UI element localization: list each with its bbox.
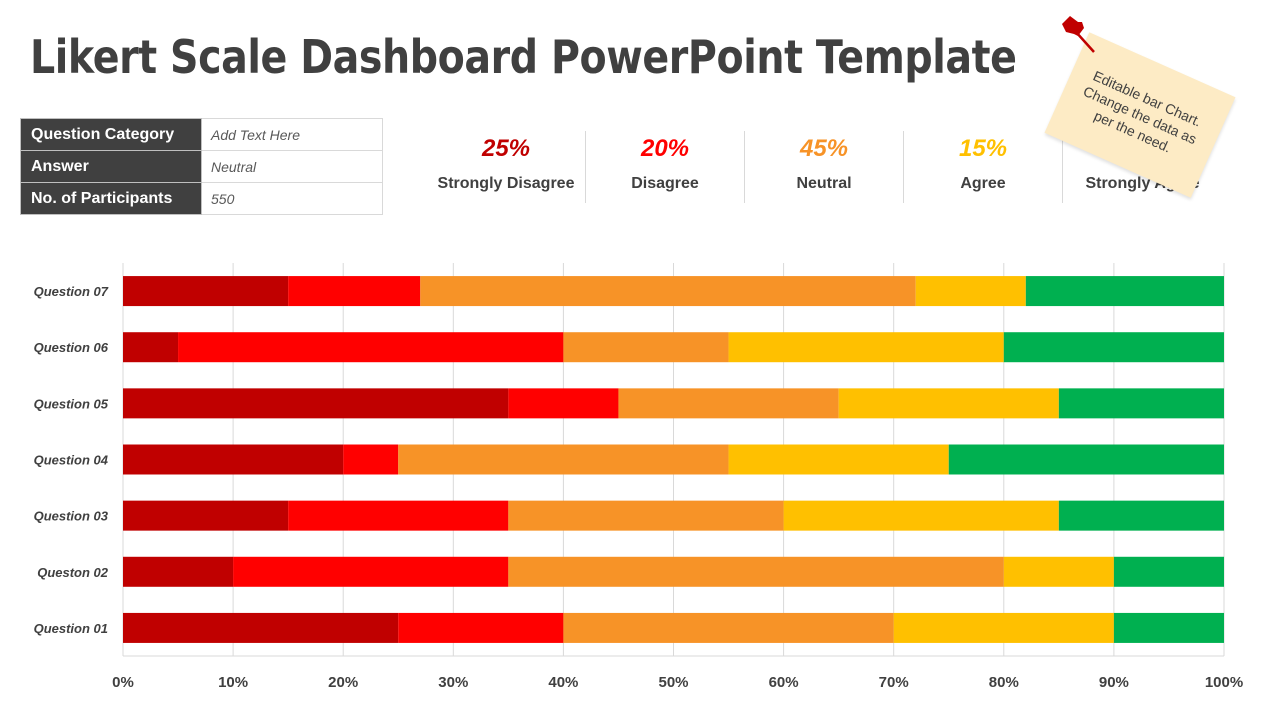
bar-segment — [1058, 500, 1224, 531]
x-tick-label: 20% — [328, 674, 358, 691]
pushpin-icon — [1062, 16, 1095, 53]
x-tick-label: 40% — [548, 674, 578, 691]
x-tick-label: 80% — [989, 674, 1019, 691]
x-tick-label: 0% — [112, 674, 134, 691]
info-key: No. of Participants — [20, 182, 202, 215]
bar-segment — [728, 444, 949, 475]
bar-segment — [288, 276, 421, 307]
bar-segment — [1003, 556, 1114, 587]
bar-segment — [893, 612, 1114, 643]
x-tick-label: 100% — [1205, 674, 1243, 691]
x-tick-label: 70% — [879, 674, 909, 691]
bar-segment — [123, 276, 289, 307]
bar-segment — [563, 332, 729, 363]
info-row-participants: No. of Participants 550 — [20, 182, 383, 215]
bar-segment — [420, 276, 916, 307]
bar-segment — [1113, 556, 1224, 587]
bar-segment — [508, 556, 1004, 587]
page-title: Likert Scale Dashboard PowerPoint Templa… — [30, 30, 1017, 84]
bar-segment — [123, 612, 399, 643]
y-category-label: Question 03 — [34, 509, 109, 524]
x-tick-label: 90% — [1099, 674, 1129, 691]
y-category-label: Question 07 — [34, 284, 109, 299]
bar-segment — [288, 500, 509, 531]
summary-neutral: 45% Neutral — [745, 131, 904, 203]
info-value: 550 — [201, 182, 383, 215]
bar-segment — [1003, 332, 1224, 363]
info-key: Question Category — [20, 118, 202, 151]
info-row-question-category: Question Category Add Text Here — [20, 118, 383, 151]
bar-segment — [398, 612, 564, 643]
y-category-label: Queston 02 — [37, 565, 109, 580]
info-value: Neutral — [201, 150, 383, 183]
bar-segment — [123, 388, 509, 419]
summary-percent: 45% — [799, 135, 849, 162]
summary-label: Strongly Disagree — [437, 175, 575, 192]
x-tick-label: 30% — [438, 674, 468, 691]
x-tick-label: 60% — [769, 674, 799, 691]
bar-segment — [948, 444, 1224, 475]
y-category-label: Question 04 — [34, 453, 109, 468]
bar-segment — [343, 444, 399, 475]
summary-disagree: 20% Disagree — [586, 131, 745, 203]
summary-label: Disagree — [631, 175, 699, 192]
info-row-answer: Answer Neutral — [20, 150, 383, 183]
bar-segment — [728, 332, 1004, 363]
bar-segment — [1025, 276, 1224, 307]
bar-segment — [233, 556, 509, 587]
bar-segment — [123, 332, 179, 363]
summary-label: Agree — [960, 175, 1006, 192]
y-category-label: Question 05 — [34, 396, 109, 411]
summary-agree: 15% Agree — [904, 131, 1063, 203]
bar-segment — [1113, 612, 1224, 643]
bar-segment — [508, 500, 784, 531]
info-key: Answer — [20, 150, 202, 183]
bar-segment — [178, 332, 564, 363]
summary-percent: 20% — [640, 135, 690, 162]
y-category-label: Question 06 — [34, 340, 109, 355]
bar-segment — [915, 276, 1026, 307]
bar-segment — [838, 388, 1059, 419]
bar-segment — [563, 612, 894, 643]
bar-segment — [783, 500, 1059, 531]
bar-segment — [123, 444, 344, 475]
bar-segment — [123, 500, 289, 531]
summary-percent: 15% — [958, 135, 1008, 162]
stacked-bar-chart: 0% 10% 20% 30% 40% 50% 60% 70% 80% 90% 100% Questio… — [34, 263, 1243, 691]
info-value: Add Text Here — [201, 118, 383, 151]
x-tick-label: 10% — [218, 674, 248, 691]
bar-segment — [508, 388, 619, 419]
x-tick-label: 50% — [658, 674, 688, 691]
summary-strongly-disagree: 25% Strongly Disagree — [427, 131, 586, 203]
y-category-label: Question 01 — [34, 621, 108, 636]
info-table: Question Category Add Text Here Answer N… — [20, 118, 383, 215]
bar-segment — [398, 444, 729, 475]
bar-segment — [618, 388, 839, 419]
summary-percent: 25% — [481, 135, 531, 162]
summary-label: Neutral — [796, 175, 852, 192]
bar-segment — [1058, 388, 1224, 419]
bar-segment — [123, 556, 234, 587]
